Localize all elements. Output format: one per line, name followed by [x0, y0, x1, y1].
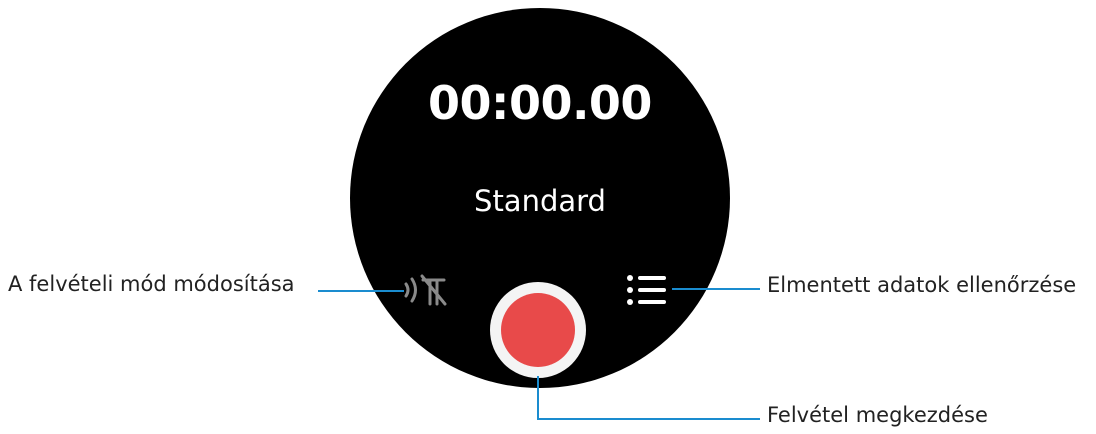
voice-focus-off-icon[interactable] — [400, 270, 450, 310]
callout-start-recording: Felvétel megkezdése — [767, 403, 988, 427]
recording-mode-label: Standard — [474, 184, 606, 218]
record-icon — [501, 293, 575, 367]
list-icon[interactable] — [626, 272, 668, 308]
timer-display: 00:00.00 — [428, 76, 652, 130]
callout-saved-data: Elmentett adatok ellenőrzése — [767, 273, 1077, 297]
watch-face: 00:00.00 Standard — [350, 8, 730, 388]
callout-change-mode: A felvételi mód módosítása — [8, 272, 295, 296]
record-button[interactable] — [490, 282, 586, 378]
